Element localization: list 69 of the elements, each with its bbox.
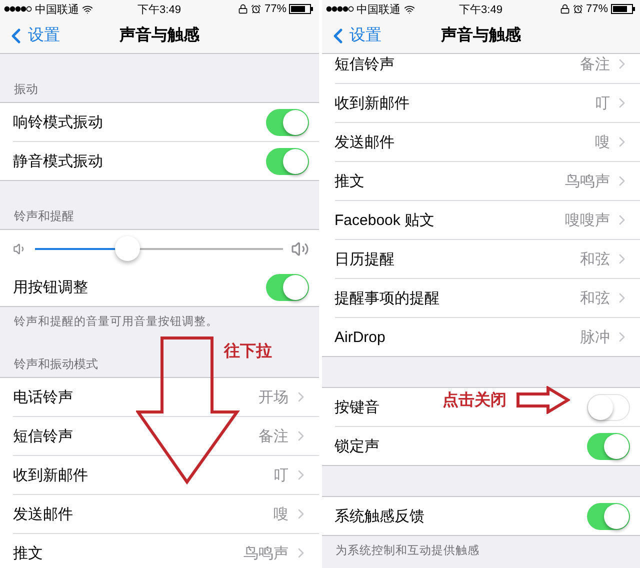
lock-icon [560,4,570,14]
setting-value: 嗖 [595,132,610,152]
setting-label: 响铃模式振动 [13,112,103,132]
back-button[interactable]: 设置 [322,24,382,48]
setting-label: AirDrop [334,328,386,346]
section-footer: 为系统控制和互动提供触感 [322,536,640,558]
setting-value: 叮 [274,466,288,484]
annotation-text: 点击关闭 [442,390,506,411]
lock-icon [238,4,248,14]
setting-label: 静音模式振动 [13,152,103,170]
battery-icon [610,4,636,14]
setting-value: 鸟鸣声 [565,172,610,190]
setting-label: 推文 [334,172,364,190]
section-header: 铃声和振动模式 [14,357,98,371]
toggle-switch[interactable] [266,148,308,174]
section-footer: 铃声和提醒的音量可用音量按钮调整。 [0,307,318,329]
setting-label: 提醒事项的提醒 [334,288,440,308]
setting-value: 备注 [580,54,610,74]
signal-icon [4,6,32,12]
volume-high-icon [290,240,308,258]
back-button[interactable]: 设置 [0,24,60,48]
carrier-name: 中国联通 [35,2,79,16]
toggle-switch[interactable] [587,394,630,420]
setting-label: Facebook 贴文 [334,210,435,230]
battery-icon [289,4,314,14]
setting-label: 收到新邮件 [334,94,410,112]
setting-label: 推文 [13,544,43,562]
setting-label: 短信铃声 [13,426,73,446]
setting-value: 脉冲 [580,328,610,346]
setting-value: 和弦 [580,250,610,268]
toggle-switch[interactable] [266,274,308,300]
status-time: 下午3:49 [138,2,181,16]
alarm-icon [251,4,262,14]
setting-label: 电话铃声 [13,388,73,406]
setting-value: 和弦 [580,288,610,308]
setting-label: 按键音 [334,398,380,416]
right-arrow-drawing [516,386,570,414]
carrier-name: 中国联通 [356,2,400,16]
toggle-switch[interactable] [587,502,630,530]
setting-label: 用按钮调整 [13,278,88,296]
wifi-icon [82,4,93,14]
setting-label: 短信铃声 [334,54,394,74]
section-header: 振动 [14,82,38,96]
toggle-switch[interactable] [266,108,308,136]
slider-thumb[interactable] [114,236,140,261]
setting-value: 叮 [595,94,610,112]
setting-label: 发送邮件 [13,504,73,524]
setting-value: 开场 [258,388,288,406]
setting-label: 锁定声 [334,436,380,456]
page-title: 声音与触感 [119,25,200,46]
status-time: 下午3:49 [459,2,502,16]
toggle-switch[interactable] [587,432,630,460]
setting-label: 系统触感反馈 [334,506,424,526]
signal-icon [326,6,354,12]
section-header: 铃声和提醒 [14,209,74,223]
annotation-text: 往下拉 [224,342,272,362]
page-title: 声音与触感 [440,25,521,46]
alarm-icon [572,4,583,14]
setting-value: 嗖嗖声 [565,210,610,230]
setting-label: 发送邮件 [334,132,394,152]
setting-value: 嗖 [274,504,288,524]
volume-slider[interactable] [35,236,282,262]
wifi-icon [404,4,414,14]
battery-percent: 77% [264,3,286,15]
setting-value: 备注 [258,426,288,446]
setting-label: 日历提醒 [334,250,394,268]
setting-label: 收到新邮件 [13,466,88,484]
setting-value: 鸟鸣声 [244,544,288,562]
battery-percent: 77% [586,3,608,15]
